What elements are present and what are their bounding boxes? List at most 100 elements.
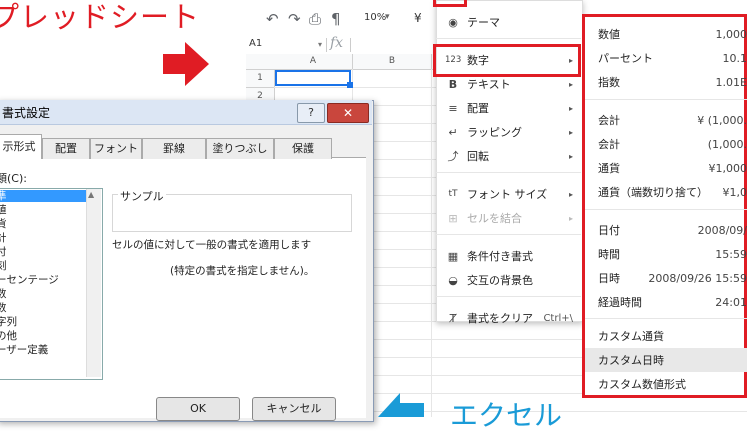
submenu-arrow-icon: ▸: [568, 79, 573, 89]
category-item[interactable]: 計: [0, 232, 86, 244]
scroll-up-icon[interactable]: ▲: [88, 190, 94, 199]
menu-item-merge-cells[interactable]: ⊞ セルを結合 ▸: [436, 206, 581, 230]
tab-alignment[interactable]: 配置: [42, 138, 90, 159]
menu-item-clear-format[interactable]: Ⱦ 書式をクリア Ctrl+\: [436, 306, 581, 330]
dialog-title: 書式設定: [2, 106, 51, 120]
menu-item-wrapping[interactable]: ↵ ラッピング ▸: [436, 120, 581, 144]
sample-label: サンプル: [118, 188, 166, 204]
menu-item-text[interactable]: B テキスト ▸: [436, 72, 581, 96]
chevron-down-icon: ▾: [318, 40, 323, 49]
currency-format-button[interactable]: ¥: [414, 11, 422, 25]
category-item[interactable]: 値: [0, 204, 86, 216]
menu-divider: [585, 209, 747, 210]
number-option-datetime[interactable]: 日時 2008/09/26 15:59: [598, 267, 747, 289]
menu-divider: [585, 99, 747, 100]
grid-line: [431, 69, 432, 417]
tab-font[interactable]: フォント: [90, 138, 142, 159]
wrap-icon: ↵: [448, 125, 458, 139]
highlight-frame: [433, 0, 467, 7]
help-button[interactable]: ?: [297, 103, 325, 123]
chevron-down-icon: ▾: [385, 12, 390, 22]
shortcut-label: Ctrl+\: [543, 312, 573, 324]
column-header-b[interactable]: B: [353, 54, 432, 69]
redo-icon[interactable]: ↷: [288, 10, 301, 28]
category-item[interactable]: 付: [0, 246, 86, 258]
menu-item-font-size[interactable]: tT フォント サイズ ▸: [436, 182, 581, 206]
format-description: セルの値に対して一般の書式を適用します: [112, 239, 312, 251]
menu-item-alternating-colors[interactable]: ◒ 交互の背景色: [436, 268, 581, 292]
menu-item-theme[interactable]: ◉ テーマ: [436, 10, 581, 34]
number-option-duration[interactable]: 経過時間 24:01: [598, 291, 747, 313]
number-option-number[interactable]: 数値 1,000: [598, 23, 747, 45]
selected-cell-a1[interactable]: [275, 70, 351, 86]
tab-border[interactable]: 罫線: [142, 138, 206, 159]
bold-icon: B: [448, 77, 458, 91]
number-option-accounting[interactable]: 会計 ¥ (1,000.: [598, 109, 747, 131]
submenu-arrow-icon: ▸: [568, 213, 573, 223]
submenu-arrow-icon: ▸: [568, 151, 573, 161]
number-option-date[interactable]: 日付 2008/09/: [598, 219, 747, 241]
excel-label: エクセル: [450, 399, 563, 432]
category-item[interactable]: の他: [0, 330, 86, 342]
palette-icon: ◉: [448, 15, 458, 29]
divider: [326, 38, 327, 52]
format-description-note: (特定の書式を指定しません)。: [170, 265, 315, 277]
number-option-custom-number[interactable]: カスタム数値形式: [598, 373, 747, 395]
category-item[interactable]: ーセンテージ: [0, 274, 86, 286]
arrow-right-icon: [163, 42, 209, 86]
cancel-button[interactable]: キャンセル: [252, 397, 336, 421]
spreadsheet-label: プレッドシート: [0, 0, 201, 34]
number-option-custom-datetime[interactable]: カスタム日時: [598, 349, 747, 371]
print-icon[interactable]: ⎙: [309, 10, 321, 28]
number-option-currency-rounded[interactable]: 通貨（端数切り捨て） ¥1,0: [598, 181, 747, 203]
submenu-arrow-icon: ▸: [568, 189, 573, 199]
close-button[interactable]: ✕: [327, 103, 369, 123]
font-size-icon: tT: [448, 189, 458, 199]
rotate-icon: ⤴: [447, 150, 459, 163]
tab-number[interactable]: 示形式: [0, 134, 42, 159]
number-option-financial[interactable]: 会計 (1,000.: [598, 133, 747, 155]
number-option-time[interactable]: 時間 15:59: [598, 243, 747, 265]
number-option-percent[interactable]: パーセント 10.1: [598, 47, 747, 69]
fill-handle[interactable]: [347, 82, 353, 88]
menu-divider: [436, 296, 581, 297]
category-item[interactable]: 準: [0, 190, 86, 202]
merge-icon: ⊞: [448, 211, 458, 225]
category-item[interactable]: 数: [0, 288, 86, 300]
number-option-custom-currency[interactable]: カスタム通貨: [598, 325, 747, 347]
submenu-arrow-icon: ▸: [568, 127, 573, 137]
fx-icon: fx: [330, 35, 344, 51]
menu-item-align[interactable]: ≡ 配置 ▸: [436, 96, 581, 120]
menu-divider: [436, 234, 581, 235]
category-label: 類(C):: [0, 172, 27, 185]
name-box[interactable]: A1: [249, 38, 262, 49]
category-item[interactable]: 字列: [0, 316, 86, 328]
tab-protection[interactable]: 保護: [274, 138, 332, 159]
menu-divider: [585, 318, 747, 319]
tab-fill[interactable]: 塗りつぶし: [206, 138, 274, 159]
number-option-currency[interactable]: 通貨 ¥1,000: [598, 157, 747, 179]
ok-button[interactable]: OK: [156, 397, 240, 421]
undo-icon[interactable]: ↶: [266, 10, 279, 28]
alternating-colors-icon: ◒: [448, 273, 458, 287]
menu-divider: [436, 38, 581, 39]
submenu-arrow-icon: ▸: [568, 103, 573, 113]
category-item[interactable]: ーザー定義: [0, 344, 86, 356]
category-item[interactable]: 数: [0, 302, 86, 314]
conditional-format-icon: ▦: [447, 249, 459, 263]
category-item[interactable]: 貨: [0, 218, 86, 230]
column-header-a[interactable]: A: [274, 54, 353, 69]
row-header-1[interactable]: 1: [246, 70, 275, 88]
number-option-scientific[interactable]: 指数 1.01E: [598, 71, 747, 93]
category-scrollbar[interactable]: [86, 189, 101, 377]
zoom-select[interactable]: 10%: [364, 12, 386, 23]
category-item[interactable]: 刻: [0, 260, 86, 272]
menu-item-conditional-format[interactable]: ▦ 条件付き書式: [436, 244, 581, 268]
menu-item-rotate[interactable]: ⤴ 回転 ▸: [436, 144, 581, 168]
align-icon: ≡: [448, 101, 458, 115]
paint-format-icon[interactable]: ¶: [331, 10, 341, 28]
menu-divider: [436, 172, 581, 173]
clear-format-icon: Ⱦ: [449, 311, 457, 325]
arrow-left-icon: [378, 393, 424, 417]
divider: [350, 38, 351, 52]
